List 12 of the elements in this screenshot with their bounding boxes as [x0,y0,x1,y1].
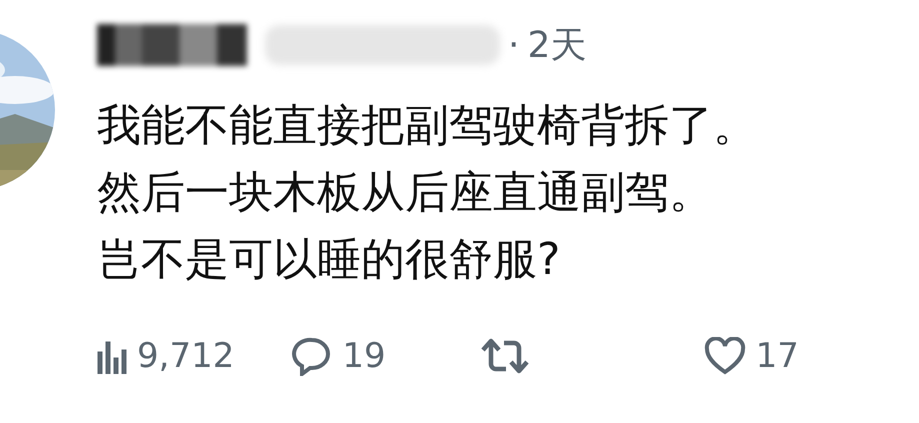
views-button[interactable]: 9,712 [97,336,234,376]
separator: · [508,24,520,66]
repost-button[interactable] [478,336,531,376]
post-time: 2天 [527,24,586,68]
heart-icon [704,337,746,375]
repost-arrows-icon [478,336,531,376]
speech-bubble-icon [292,336,332,376]
post-text: 我能不能直接把副驾驶椅背拆了。 [97,99,758,153]
reply-button[interactable]: 19 [292,336,386,376]
post-text: 然后一块木板从后座直通副驾。 [97,166,714,220]
post-text: 岂不是可以睡的很舒服? [97,233,562,287]
like-button[interactable]: 17 [704,336,799,376]
